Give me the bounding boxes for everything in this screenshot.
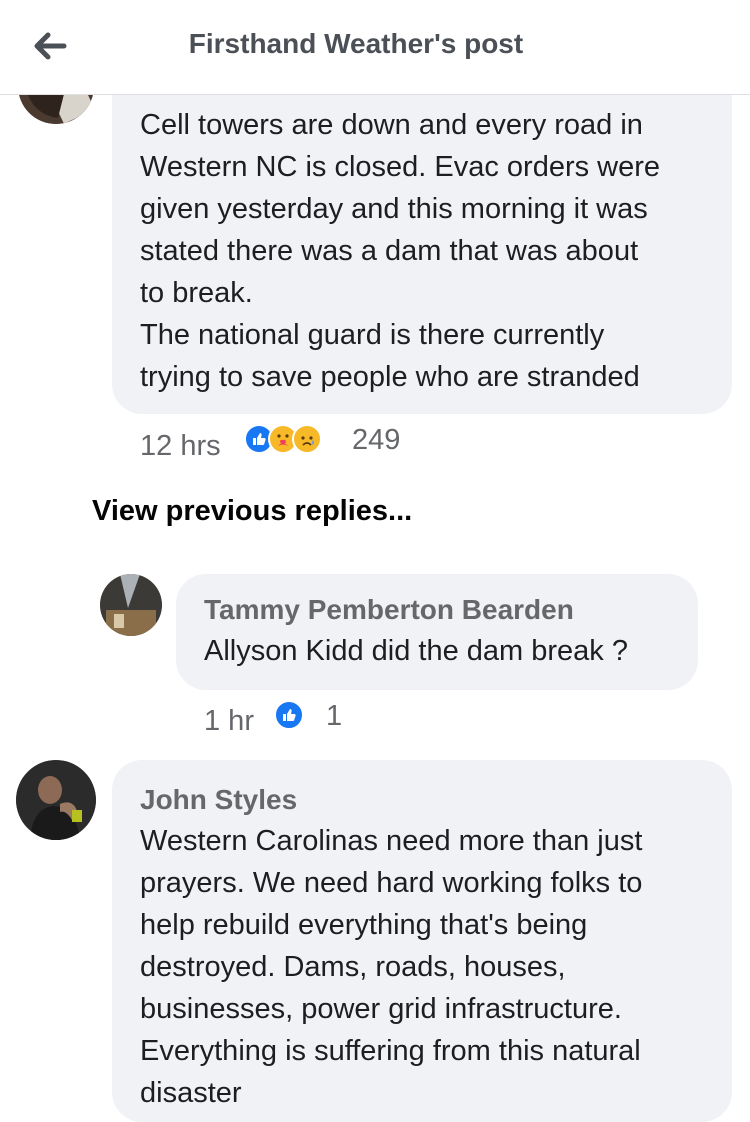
comment-timestamp[interactable]: 1 hr	[204, 705, 254, 738]
comment-timestamp[interactable]: 12 hrs	[140, 430, 221, 463]
view-previous-replies-link[interactable]: View previous replies...	[92, 495, 412, 528]
avatar[interactable]	[16, 760, 96, 840]
comment-text: Cell towers are down and every road in W…	[140, 109, 661, 393]
comment-author[interactable]: John Styles	[140, 780, 732, 820]
reaction-count[interactable]: 249	[352, 424, 400, 457]
reply-bubble[interactable]: Tammy Pemberton Bearden Allyson Kidd did…	[176, 574, 698, 690]
reaction-icons[interactable]	[244, 424, 322, 454]
sad-icon	[292, 424, 322, 454]
reaction-count[interactable]: 1	[326, 700, 342, 733]
page-title: Firsthand Weather's post	[188, 28, 524, 59]
comment-text: Western Carolinas need more than just pr…	[140, 825, 643, 1109]
comment-text: Allyson Kidd did the dam break ?	[204, 635, 628, 667]
post-header: Firsthand Weather's post	[0, 0, 750, 95]
comment-author[interactable]: Tammy Pemberton Bearden	[204, 590, 698, 630]
avatar[interactable]	[100, 574, 162, 636]
reaction-icons[interactable]	[274, 700, 304, 730]
comment-bubble[interactable]: John Styles Western Carolinas need more …	[112, 760, 732, 1122]
comment-bubble[interactable]: Cell towers are down and every road in W…	[112, 60, 732, 414]
like-icon	[274, 700, 304, 730]
